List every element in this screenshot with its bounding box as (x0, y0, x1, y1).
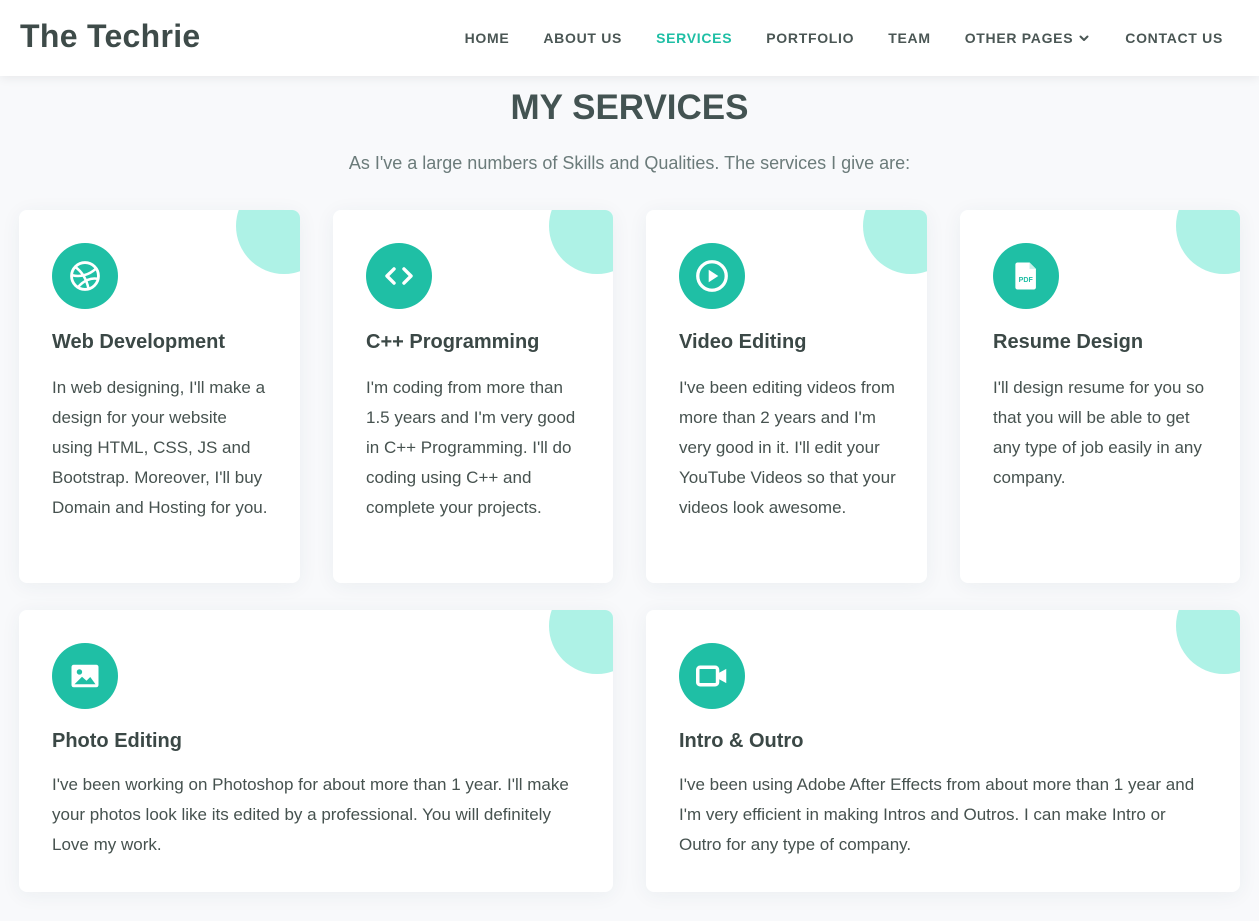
service-title: Video Editing (679, 331, 807, 353)
nav-other-pages-label: OTHER PAGES (964, 30, 1074, 46)
nav-portfolio[interactable]: PORTFOLIO (766, 30, 854, 46)
service-card-cpp-programming: C++ Programming I'm coding from more tha… (333, 210, 613, 583)
service-icon-badge (679, 243, 745, 309)
service-card-photo-editing: Photo Editing I've been working on Photo… (19, 610, 613, 892)
nav-services[interactable]: SERVICES (656, 30, 732, 46)
service-card-intro-outro: Intro & Outro I've been using Adobe Afte… (646, 610, 1240, 892)
nav-team[interactable]: TEAM (888, 30, 930, 46)
section-subtitle: As I've a large numbers of Skills and Qu… (348, 153, 911, 173)
service-icon-badge: PDF (993, 243, 1059, 309)
card-corner-decoration (549, 610, 613, 674)
service-description: I'm coding from more than 1.5 years and … (366, 378, 576, 517)
image-icon (71, 664, 99, 688)
service-icon-badge (52, 643, 118, 709)
service-title: Web Development (52, 331, 225, 353)
card-corner-decoration (863, 210, 927, 274)
service-icon-badge (52, 243, 118, 309)
card-corner-decoration (236, 210, 300, 274)
nav-about-us[interactable]: ABOUT US (543, 30, 622, 46)
nav-other-pages[interactable]: OTHER PAGES (965, 30, 1092, 46)
code-icon (385, 267, 413, 285)
service-card-resume-design: PDF Resume Design I'll design resume for… (960, 210, 1240, 583)
section-title: MY SERVICES (510, 88, 749, 127)
service-title: Resume Design (993, 331, 1144, 353)
main-nav: HOME ABOUT US SERVICES PORTFOLIO TEAM OT… (431, 0, 1223, 76)
service-card-video-editing: Video Editing I've been editing videos f… (646, 210, 927, 583)
video-camera-icon (696, 665, 727, 687)
pdf-label: PDF (1019, 276, 1034, 284)
pdf-file-icon: PDF (1015, 262, 1036, 290)
nav-home[interactable]: HOME (465, 30, 510, 46)
dribbble-icon (70, 261, 100, 291)
card-corner-decoration (1176, 210, 1240, 274)
brand-logo[interactable]: The Techrie (20, 18, 201, 55)
service-description: I'll design resume for you so that you w… (993, 378, 1205, 487)
nav-contact-us[interactable]: CONTACT US (1125, 30, 1223, 46)
service-title: Photo Editing (52, 730, 182, 752)
chevron-down-icon (1079, 35, 1089, 41)
site-header: The Techrie HOME ABOUT US SERVICES PORTF… (0, 0, 1259, 76)
service-description: In web designing, I'll make a design for… (52, 378, 268, 517)
service-icon-badge (366, 243, 432, 309)
card-corner-decoration (1176, 610, 1240, 674)
card-corner-decoration (549, 210, 613, 274)
service-title: C++ Programming (366, 331, 540, 353)
service-description: I've been editing videos from more than … (679, 378, 896, 517)
service-description: I've been using Adobe After Effects from… (679, 775, 1195, 854)
service-card-web-development: Web Development In web designing, I'll m… (19, 210, 300, 583)
play-circle-icon (696, 260, 728, 292)
service-title: Intro & Outro (679, 730, 804, 752)
service-description: I've been working on Photoshop for about… (52, 775, 569, 854)
service-icon-badge (679, 643, 745, 709)
